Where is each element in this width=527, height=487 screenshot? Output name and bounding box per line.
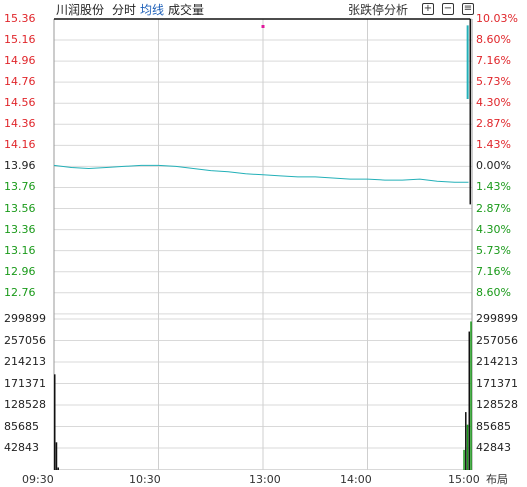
volume-bar (465, 412, 467, 470)
percent-tick-label: 8.60% (476, 285, 511, 299)
volume-tick-label: 128528 (4, 398, 46, 411)
price-tick-label: 14.36 (4, 117, 36, 131)
volume-tick-label: 85685 (4, 419, 39, 433)
price-tick-label: 13.96 (4, 159, 36, 173)
volume-bar (463, 449, 465, 470)
volume-tick-label: 214213 (4, 355, 46, 368)
percent-tick-label: 5.73% (476, 75, 511, 89)
time-label-1500: 15:00 (448, 473, 480, 486)
volume-tick-label: 257056 (4, 333, 46, 347)
volume-tick-label: 85685 (476, 419, 511, 433)
price-tick-label: 14.16 (4, 138, 36, 152)
price-tick-label: 13.36 (4, 222, 36, 236)
volume-bar (54, 374, 56, 470)
percent-tick-label: 4.30% (476, 96, 511, 110)
volume-tick-label: 299899 (4, 312, 46, 325)
percent-tick-label: 1.43% (476, 180, 511, 194)
percent-tick-label: 10.03% (476, 12, 518, 25)
volume-tick-label: 171371 (4, 376, 46, 390)
midday-marker (261, 25, 265, 28)
volume-bar (55, 442, 58, 470)
average-price-line (53, 164, 469, 183)
volume-bar (57, 467, 59, 470)
percent-tick-label: 4.30% (476, 222, 511, 236)
percent-tick-label: 5.73% (476, 243, 511, 257)
price-tick-label: 13.76 (4, 180, 36, 194)
volume-tick-label: 214213 (476, 355, 518, 368)
price-tick-label: 15.36 (4, 12, 36, 25)
volume-bar (466, 424, 469, 470)
price-tick-label: 13.56 (4, 201, 36, 215)
time-label-1400: 14:00 (340, 473, 372, 486)
volume-tick-label: 299899 (476, 312, 518, 325)
price-tick-label: 14.56 (4, 96, 36, 110)
volume-bar (468, 331, 471, 470)
time-label-1300: 13:00 (249, 473, 281, 486)
percent-tick-label: 2.87% (476, 117, 511, 131)
percent-tick-label: 7.16% (476, 264, 511, 278)
price-tick-label: 13.16 (4, 243, 36, 257)
volume-tick-label: 128528 (476, 398, 518, 411)
volume-bar (470, 321, 472, 470)
intraday-chart[interactable] (0, 0, 527, 487)
time-label-0930: 09:30 (22, 473, 54, 486)
layout-button[interactable]: 布局 (486, 474, 508, 486)
volume-tick-label: 42843 (476, 441, 511, 454)
volume-tick-label: 171371 (476, 376, 518, 390)
price-tick-label: 14.76 (4, 75, 36, 89)
percent-tick-label: 7.16% (476, 54, 511, 68)
volume-tick-label: 257056 (476, 333, 518, 347)
price-tick-label: 12.96 (4, 264, 36, 278)
percent-tick-label: 8.60% (476, 33, 511, 47)
volume-tick-label: 42843 (4, 441, 39, 454)
price-tick-label: 12.76 (4, 285, 36, 299)
price-tick-label: 15.16 (4, 33, 36, 47)
percent-tick-label: 1.43% (476, 138, 511, 152)
time-label-1030: 10:30 (129, 473, 161, 486)
price-tick-label: 14.96 (4, 54, 36, 68)
percent-tick-label: 0.00% (476, 159, 511, 173)
percent-tick-label: 2.87% (476, 201, 511, 215)
